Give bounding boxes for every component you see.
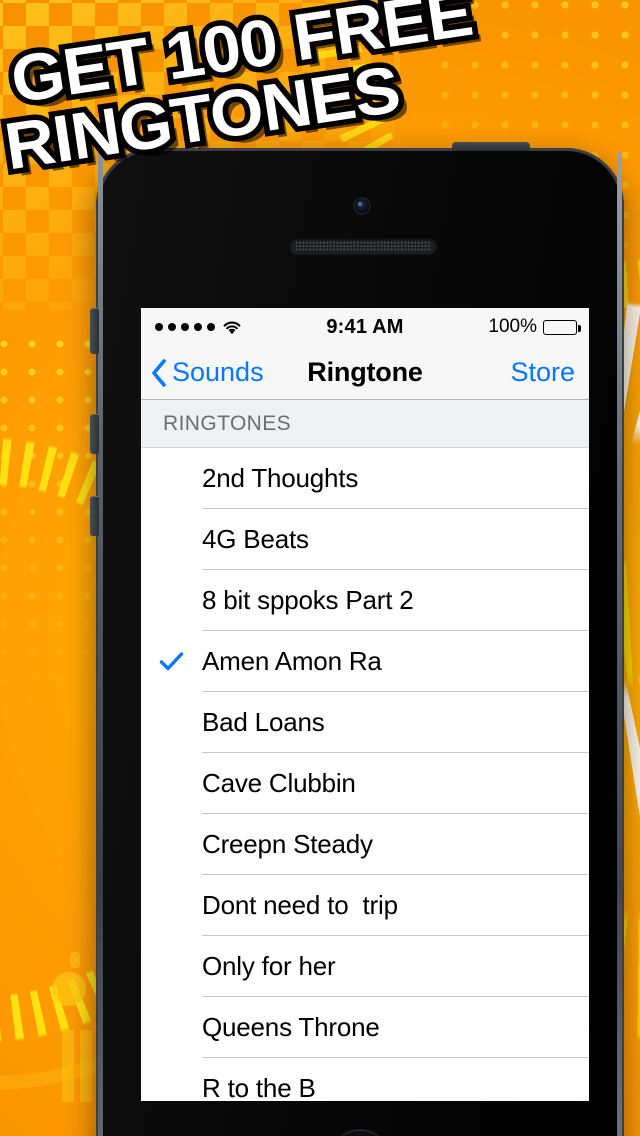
ringtone-list: 2nd Thoughts 4G Beats 8 bit sppoks Part 2 A… (141, 448, 589, 1101)
decor-circle-a (52, 972, 86, 1006)
ringtone-row[interactable]: Queens Throne (141, 997, 589, 1058)
ringtone-selected-slot (141, 649, 202, 674)
power-button[interactable] (452, 142, 530, 151)
signal-dot (155, 323, 163, 331)
earpiece-speaker (289, 238, 437, 254)
phone-edge-left (98, 152, 103, 1136)
ringtone-label: Only for her (202, 951, 336, 981)
home-button-area (96, 1101, 624, 1136)
navigation-bar: Sounds Ringtone Store (141, 346, 589, 400)
speaker-mesh (295, 241, 431, 251)
iphone-mockup: 9:41 AM 100% Sounds Ringtone Store RINGT… (90, 142, 624, 1136)
ringtone-row[interactable]: R to the B (141, 1058, 589, 1101)
volume-down-button[interactable] (90, 496, 99, 536)
signal-dot (181, 323, 189, 331)
status-bar-left (155, 320, 242, 335)
signal-dot (194, 323, 202, 331)
signal-dot (168, 323, 176, 331)
ringtone-row[interactable]: 2nd Thoughts (141, 448, 589, 509)
ringtone-label: 4G Beats (202, 524, 309, 554)
battery-percent-label: 100% (488, 316, 537, 337)
decor-pill (70, 952, 80, 968)
signal-strength-icon (155, 323, 215, 331)
front-camera-icon (355, 199, 369, 213)
battery-tip (577, 324, 581, 332)
section-header: RINGTONES (141, 400, 589, 448)
back-button[interactable]: Sounds (151, 357, 264, 388)
back-button-label: Sounds (172, 357, 264, 387)
ringtone-label: Creepn Steady (202, 829, 373, 859)
ringtone-label: Dont need to trip (202, 890, 398, 920)
ringtone-row[interactable]: Creepn Steady (141, 814, 589, 875)
home-button[interactable] (330, 1129, 390, 1136)
ringtone-row[interactable]: 4G Beats (141, 509, 589, 570)
ringtone-row[interactable]: Dont need to trip (141, 875, 589, 936)
store-button[interactable]: Store (510, 357, 575, 388)
phone-edge-right (617, 152, 622, 1136)
ringtone-row[interactable]: Bad Loans (141, 692, 589, 753)
phone-screen: 9:41 AM 100% Sounds Ringtone Store RINGT… (141, 308, 589, 1101)
status-bar-right: 100% (488, 316, 581, 338)
signal-dot (207, 323, 215, 331)
ringtone-label: Queens Throne (202, 1012, 380, 1042)
camera-glint (357, 201, 362, 206)
checkmark-icon (159, 652, 184, 671)
mute-switch-button[interactable] (90, 308, 99, 354)
ringtone-label: 2nd Thoughts (202, 463, 359, 493)
wifi-icon (223, 321, 241, 334)
ringtone-label: R to the B (202, 1073, 316, 1101)
ringtone-row[interactable]: Amen Amon Ra (141, 631, 589, 692)
ringtone-label: Bad Loans (202, 707, 325, 737)
volume-up-button[interactable] (90, 414, 99, 454)
ringtone-label: Amen Amon Ra (202, 646, 382, 676)
ringtone-row[interactable]: Only for her (141, 936, 589, 997)
ringtone-row[interactable]: Cave Clubbin (141, 753, 589, 814)
ringtone-label: Cave Clubbin (202, 768, 356, 798)
ringtone-label: 8 bit sppoks Part 2 (202, 585, 414, 615)
chevron-left-icon (152, 358, 166, 387)
battery-icon (543, 319, 581, 335)
ringtone-row[interactable]: 8 bit sppoks Part 2 (141, 570, 589, 631)
status-bar: 9:41 AM 100% (141, 308, 589, 346)
